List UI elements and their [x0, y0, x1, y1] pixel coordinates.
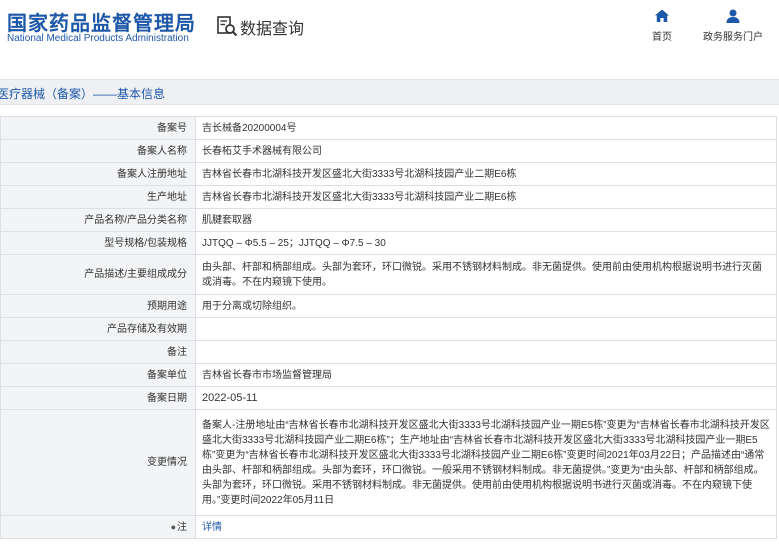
search-document-icon [217, 16, 238, 37]
table-row: ●注 详情 [0, 515, 777, 539]
home-icon [655, 9, 669, 22]
row-value: JJTQQ – Φ5.5 – 25；JJTQQ – Φ7.5 – 30 [195, 231, 777, 255]
table-row: 备注 [0, 340, 777, 364]
nav-home[interactable]: 首页 [646, 8, 678, 43]
row-value: 由头部、杆部和柄部组成。头部为套环，环口微锐。采用不锈钢材料制成。非无菌提供。使… [195, 254, 777, 295]
table-row: 备案号 吉长械备20200004号 [0, 116, 777, 140]
row-value: 2022-05-11 [195, 386, 777, 410]
logo-chinese[interactable]: 国家药品监督管理局 [7, 7, 196, 36]
details-link[interactable]: 详情 [195, 515, 777, 539]
row-label: 变更情况 [0, 409, 196, 516]
row-value: 备案人-注册地址由“吉林省长春市北湖科技开发区盛北大街3333号北湖科技园产业一… [195, 409, 777, 516]
row-value [195, 340, 777, 364]
bullet-icon: ● [170, 521, 176, 532]
section-title-bar: 医疗器械（备案）——基本信息 [0, 79, 779, 105]
table-row: 预期用途 用于分离或切除组织。 [0, 294, 777, 318]
table-row: 产品描述/主要组成成分 由头部、杆部和柄部组成。头部为套环，环口微锐。采用不锈钢… [0, 254, 777, 295]
info-table: 备案号 吉长械备20200004号 备案人名称 长春柘艾手术器械有限公司 备案人… [0, 116, 777, 539]
table-row: 生产地址 吉林省长春市北湖科技开发区盛北大街3333号北湖科技园产业二期E6栋 [0, 185, 777, 209]
table-row: 型号规格/包装规格 JJTQQ – Φ5.5 – 25；JJTQQ – Φ7.5… [0, 231, 777, 255]
row-value: 吉林省长春市北湖科技开发区盛北大街3333号北湖科技园产业二期E6栋 [195, 162, 777, 186]
table-row: 变更情况 备案人-注册地址由“吉林省长春市北湖科技开发区盛北大街3333号北湖科… [0, 409, 777, 516]
row-label: 预期用途 [0, 294, 196, 318]
data-query-title: 数据查询 [240, 21, 305, 38]
row-label: 产品存储及有效期 [0, 317, 196, 341]
row-label: 生产地址 [0, 185, 196, 209]
row-label: 备注 [0, 340, 196, 364]
table-row: 备案日期 2022-05-11 [0, 386, 777, 410]
row-label: 备案单位 [0, 363, 196, 387]
row-label: 型号规格/包装规格 [0, 231, 196, 255]
page-title: 医疗器械（备案）——基本信息 [0, 87, 166, 101]
row-label: 备案人注册地址 [0, 162, 196, 186]
row-value: 用于分离或切除组织。 [195, 294, 777, 318]
logo-english[interactable]: National Medical Products Administration [7, 33, 189, 44]
table-row: 备案人注册地址 吉林省长春市北湖科技开发区盛北大街3333号北湖科技园产业二期E… [0, 162, 777, 186]
row-value: 吉林省长春市市场监督管理局 [195, 363, 777, 387]
user-icon [726, 9, 740, 23]
row-label: ●注 [0, 515, 196, 539]
site-header: 国家药品监督管理局 National Medical Products Admi… [0, 0, 779, 62]
row-value: 吉林省长春市北湖科技开发区盛北大街3333号北湖科技园产业二期E6栋 [195, 185, 777, 209]
row-value: 肌腱套取器 [195, 208, 777, 232]
nav-service-label: 政务服务门户 [703, 32, 763, 43]
row-label: 备案人名称 [0, 139, 196, 163]
table-row: 产品存储及有效期 [0, 317, 777, 341]
table-row: 备案人名称 长春柘艾手术器械有限公司 [0, 139, 777, 163]
row-label: 产品名称/产品分类名称 [0, 208, 196, 232]
row-label: 产品描述/主要组成成分 [0, 254, 196, 295]
table-row: 产品名称/产品分类名称 肌腱套取器 [0, 208, 777, 232]
row-value [195, 317, 777, 341]
row-value: 长春柘艾手术器械有限公司 [195, 139, 777, 163]
row-label: 备案日期 [0, 386, 196, 410]
nav-home-label: 首页 [652, 32, 672, 43]
nav-service-portal[interactable]: 政务服务门户 [700, 8, 766, 43]
table-row: 备案单位 吉林省长春市市场监督管理局 [0, 363, 777, 387]
row-label: 备案号 [0, 116, 196, 140]
row-value: 吉长械备20200004号 [195, 116, 777, 140]
row-label-text: 注 [177, 521, 187, 533]
